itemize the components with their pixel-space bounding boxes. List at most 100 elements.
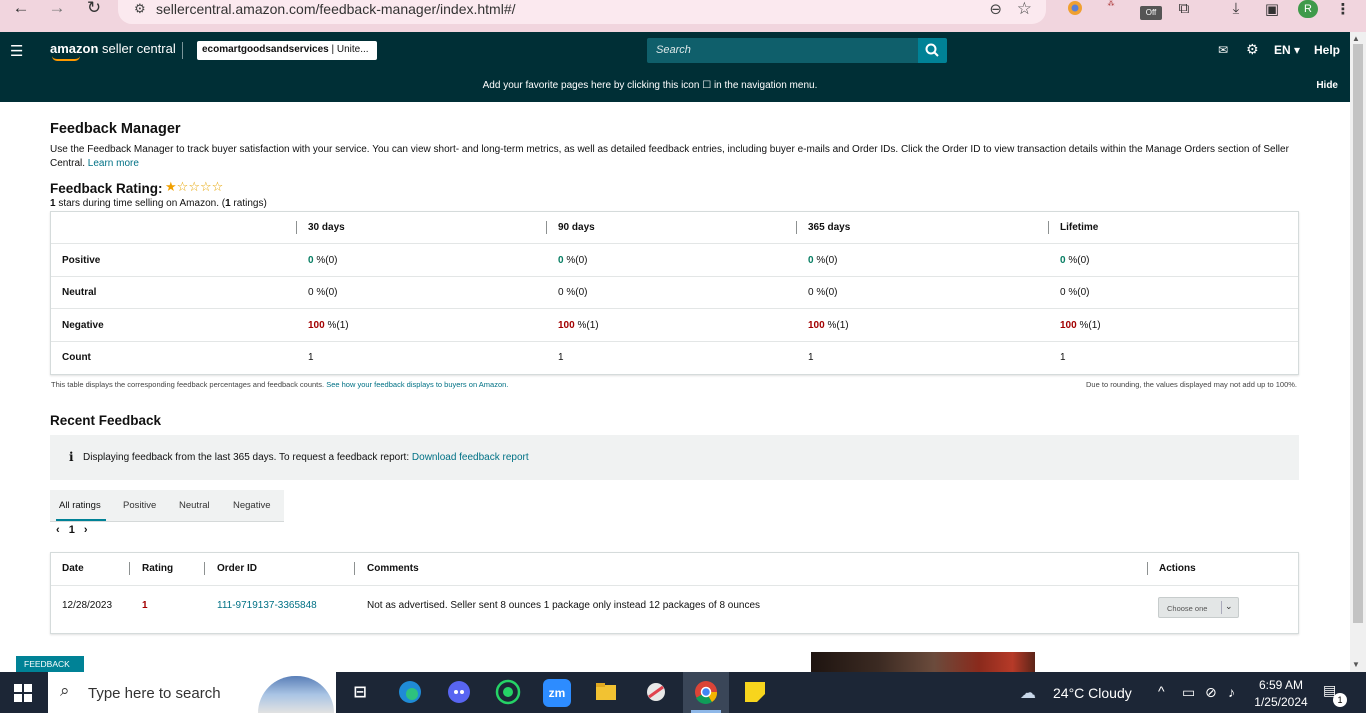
metric-value: 0 %(0): [308, 287, 338, 298]
row-label: Count: [62, 352, 91, 363]
scroll-down-icon[interactable]: ▼: [1352, 660, 1360, 669]
download-report-link[interactable]: Download feedback report: [412, 452, 529, 463]
page-scrollbar[interactable]: ▲ ▼: [1350, 32, 1366, 672]
language-selector[interactable]: EN ▾: [1274, 43, 1300, 57]
column-divider: [129, 562, 130, 575]
zoom-app-icon[interactable]: zm: [543, 679, 571, 707]
network-icon[interactable]: ⊘: [1205, 684, 1217, 701]
back-arrow-icon[interactable]: ←: [9, 0, 33, 20]
extensions-puzzle-icon[interactable]: ⧉: [1174, 0, 1194, 22]
amazon-smile-icon: [52, 56, 80, 61]
taskbar-search-input[interactable]: ⌕ Type here to search: [48, 672, 336, 713]
favorites-message: Add your favorite pages here by clicking…: [482, 80, 818, 91]
tab-positive[interactable]: Positive: [123, 500, 156, 511]
notification-count-badge: 1: [1333, 693, 1347, 707]
metric-value: 0 %(0): [808, 287, 838, 298]
weather-cloud-icon[interactable]: ☁: [1020, 683, 1036, 703]
discord-icon[interactable]: [445, 679, 473, 707]
chevron-left-icon[interactable]: ‹: [56, 524, 60, 536]
recent-feedback-title: Recent Feedback: [50, 413, 162, 428]
column-header-rating: Rating: [142, 563, 174, 574]
metric-value: 100 %(1): [1060, 320, 1101, 331]
search-icon: [925, 43, 939, 57]
info-alert: i Displaying feedback from the last 365 …: [50, 435, 1299, 480]
settings-gear-icon[interactable]: ⚙: [1246, 41, 1259, 58]
order-id-link[interactable]: 111-9719137-3365848: [217, 600, 317, 611]
browser-menu-icon[interactable]: ⋮: [1334, 0, 1352, 22]
mail-icon[interactable]: ✉: [1218, 43, 1228, 57]
column-header: 365 days: [808, 222, 851, 233]
zoom-icon[interactable]: ⊖: [989, 0, 1002, 18]
rounding-note: Due to rounding, the values displayed ma…: [1086, 380, 1297, 389]
sidebar-icon[interactable]: ▣: [1262, 0, 1282, 22]
column-divider: [546, 221, 547, 234]
volume-icon[interactable]: ♪: [1228, 684, 1235, 700]
edge-icon[interactable]: [396, 679, 424, 707]
profile-avatar[interactable]: R: [1298, 0, 1318, 18]
url-text: sellercentral.amazon.com/feedback-manage…: [156, 1, 516, 17]
battery-icon[interactable]: ▭: [1182, 684, 1195, 701]
row-label: Neutral: [62, 287, 97, 298]
task-view-icon[interactable]: ⊟: [346, 679, 374, 707]
column-header-comments: Comments: [367, 563, 419, 574]
bookmark-star-icon[interactable]: ☆: [1017, 0, 1032, 19]
learn-more-link[interactable]: Learn more: [88, 158, 139, 169]
row-label: Positive: [62, 255, 101, 266]
tab-all-ratings[interactable]: All ratings: [59, 500, 101, 511]
star-empty-icon: ☆: [176, 179, 189, 194]
tab-neutral[interactable]: Neutral: [179, 500, 210, 511]
weather-text[interactable]: 24°C Cloudy: [1053, 685, 1132, 701]
extension-off-badge[interactable]: Off: [1140, 6, 1162, 20]
metric-value: 100 %(1): [558, 320, 599, 331]
clock-date: 1/25/2024: [1254, 695, 1308, 709]
metrics-row-count: Count 1 1 1 1: [51, 342, 1298, 374]
address-bar[interactable]: ⚙ sellercentral.amazon.com/feedback-mana…: [118, 0, 1046, 24]
file-explorer-icon[interactable]: [592, 679, 620, 707]
scroll-thumb[interactable]: [1353, 44, 1363, 623]
rating-filter-tabs: All ratings Positive Neutral Negative: [50, 490, 284, 522]
tab-negative[interactable]: Negative: [233, 500, 271, 511]
column-header-actions: Actions: [1159, 563, 1196, 574]
page-number[interactable]: 1: [69, 524, 75, 536]
account-selector[interactable]: ecomartgoodsandservices | Unite...: [197, 41, 377, 60]
page-intro: Use the Feedback Manager to track buyer …: [50, 144, 1289, 169]
metrics-row-neutral: Neutral 0 %(0) 0 %(0) 0 %(0) 0 %(0): [51, 277, 1298, 309]
chevron-right-icon[interactable]: ›: [84, 524, 88, 536]
download-icon[interactable]: ⤓: [1226, 0, 1246, 22]
star-empty-icon: ☆: [211, 179, 224, 194]
search-button[interactable]: [918, 38, 947, 63]
help-link[interactable]: Help: [1314, 43, 1340, 57]
system-clock[interactable]: 6:59 AM 1/25/2024: [1252, 677, 1310, 711]
search-highlight-image: [258, 676, 334, 713]
metric-value: 100 %(1): [308, 320, 349, 331]
whatsapp-icon[interactable]: [494, 679, 522, 707]
seller-central-logo[interactable]: amazon seller central: [50, 41, 176, 56]
feedback-display-link[interactable]: See how your feedback displays to buyers…: [326, 380, 508, 389]
hamburger-menu-icon[interactable]: ☰: [10, 42, 23, 60]
feedback-comment: Not as advertised. Seller sent 8 ounces …: [367, 600, 761, 611]
star-filled-icon: ★: [165, 179, 177, 194]
metric-value: 0 %(0): [308, 255, 338, 266]
windows-start-icon[interactable]: [14, 684, 32, 702]
feedback-widget-tab[interactable]: FEEDBACK ×: [16, 656, 84, 679]
tray-chevron-up-icon[interactable]: ^: [1158, 683, 1165, 699]
hide-banner-button[interactable]: Hide: [1316, 80, 1338, 91]
header-search-input[interactable]: Search: [647, 38, 918, 63]
site-settings-icon[interactable]: ⚙: [134, 1, 146, 17]
extension-logo-icon[interactable]: ⁂: [1100, 0, 1122, 22]
reload-icon[interactable]: ↻: [82, 0, 106, 20]
snipping-tool-icon[interactable]: [642, 679, 670, 707]
metric-value: 0 %(0): [1060, 255, 1090, 266]
extension-circle-icon[interactable]: [1066, 0, 1084, 22]
forward-arrow-icon[interactable]: →: [45, 0, 69, 20]
sticky-notes-icon[interactable]: [741, 679, 769, 707]
chrome-icon[interactable]: [692, 679, 720, 707]
windows-taskbar: ⌕ Type here to search ⊟ zm ☁ 24°C Cloudy…: [0, 672, 1366, 713]
favorites-banner: Add your favorite pages here by clicking…: [0, 69, 1350, 102]
metric-value: 0 %(0): [558, 287, 588, 298]
chevron-down-icon: ⌄: [1225, 601, 1233, 611]
scroll-up-icon[interactable]: ▲: [1352, 34, 1360, 43]
info-icon: i: [69, 450, 74, 464]
actions-dropdown[interactable]: Choose one ⌄: [1158, 597, 1239, 618]
feedback-rating: 1: [142, 600, 148, 611]
